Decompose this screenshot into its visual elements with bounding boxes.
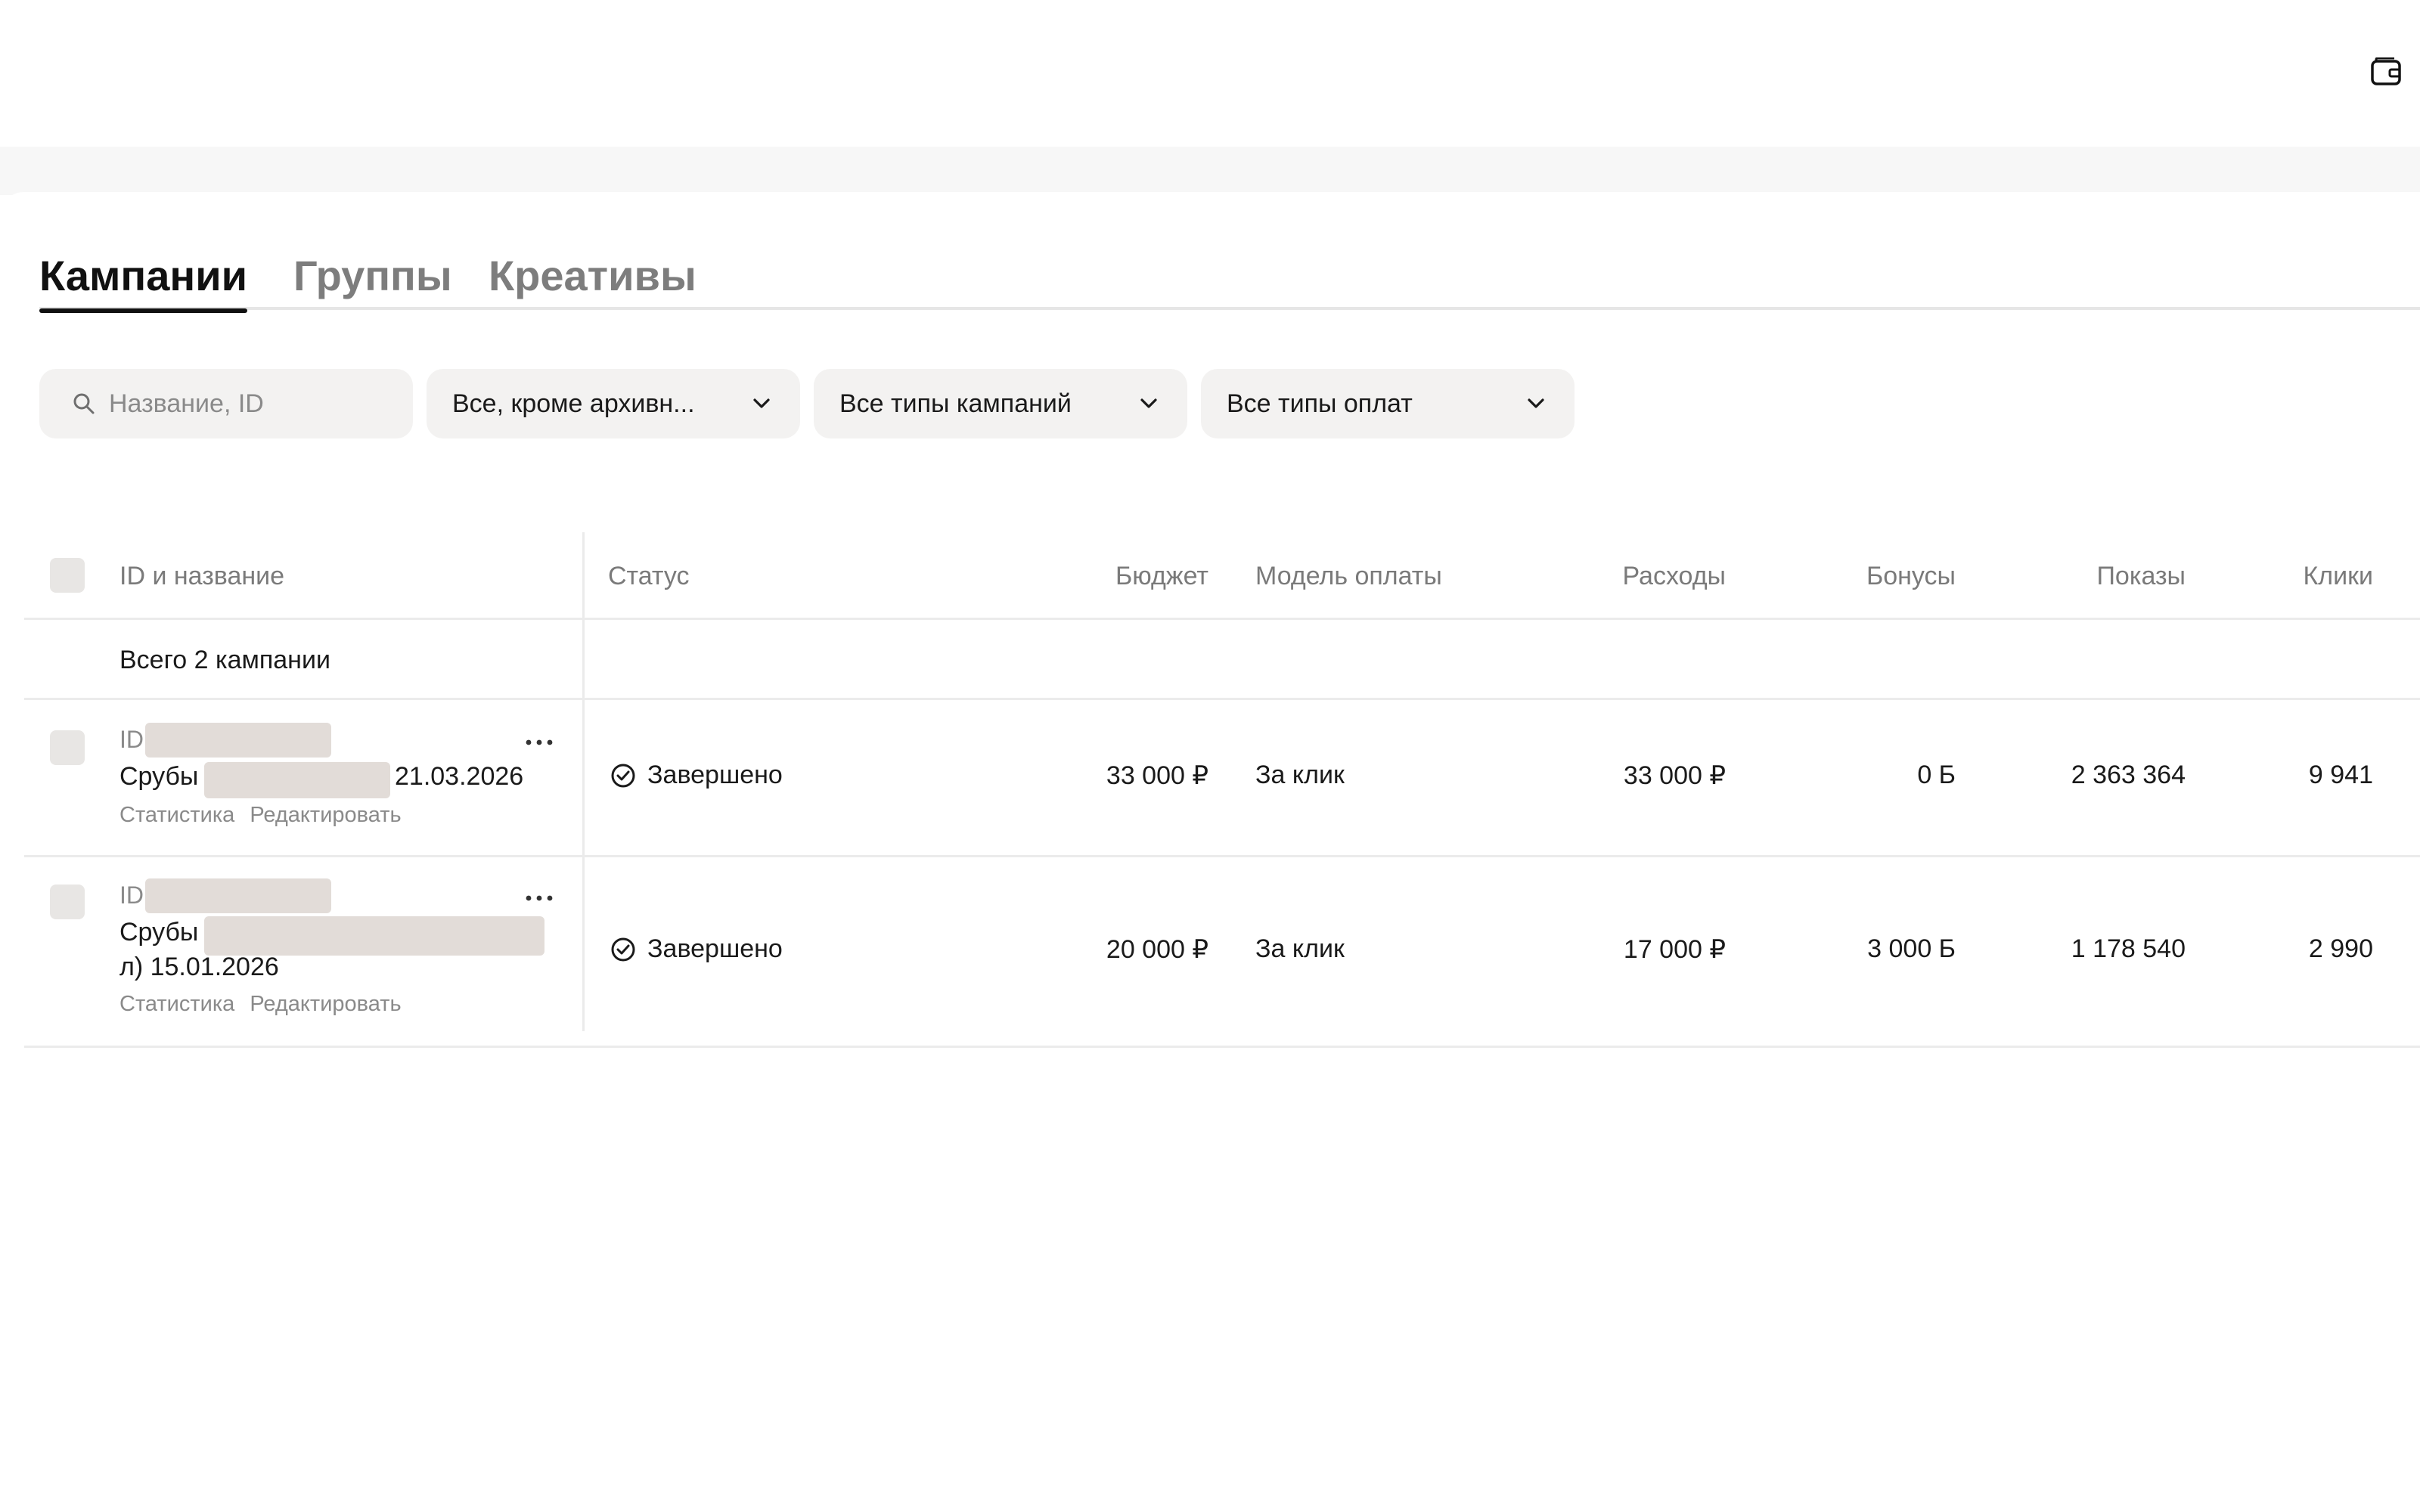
wallet-icon[interactable] (2370, 57, 2402, 86)
search-input[interactable]: Название, ID (39, 369, 413, 438)
impressions-cell: 1 178 540 (2071, 934, 2186, 963)
tab-bar: Кампании Группы Креативы (39, 242, 2420, 313)
budget-cell: 20 000 ₽ (1106, 935, 1208, 964)
statistics-link[interactable]: Статистика (119, 803, 234, 827)
edit-link[interactable]: Редактировать (250, 992, 401, 1016)
payment-model-cell: За клик (1255, 934, 1345, 963)
redacted-name (204, 762, 390, 798)
clicks-cell: 9 941 (2308, 761, 2373, 789)
redacted-id (145, 723, 331, 758)
payment-model-cell: За клик (1255, 761, 1345, 789)
table-row[interactable]: ID Срубы 21.03.2026 Статистика Редактиров… (24, 700, 2420, 857)
more-options-icon[interactable] (522, 891, 557, 906)
redacted-name (204, 916, 544, 956)
campaign-name-line2[interactable]: л) 15.01.2026 (119, 953, 279, 982)
chevron-down-icon (1528, 398, 1544, 408)
column-header-payment-model[interactable]: Модель оплаты (1255, 532, 1442, 620)
expenses-cell: 17 000 ₽ (1623, 935, 1726, 964)
chevron-down-icon (753, 398, 770, 408)
payment-type-filter-dropdown[interactable]: Все типы оплат (1201, 369, 1575, 438)
bonuses-cell: 0 Б (1917, 761, 1956, 789)
search-placeholder: Название, ID (109, 389, 264, 418)
row-checkbox[interactable] (50, 730, 85, 765)
column-header-bonuses[interactable]: Бонусы (1764, 532, 1956, 620)
row-links: Статистика Редактировать (119, 803, 417, 828)
page-backdrop (0, 147, 2420, 195)
status-filter-value: Все, кроме архивн... (452, 389, 695, 418)
campaign-type-filter-dropdown[interactable]: Все типы кампаний (814, 369, 1187, 438)
campaign-id-label: ID (119, 726, 144, 753)
redacted-id (145, 878, 331, 913)
campaign-type-filter-value: Все типы кампаний (839, 389, 1072, 418)
column-header-clicks[interactable]: Клики (2217, 532, 2373, 620)
chevron-down-icon (1140, 398, 1157, 408)
row-links: Статистика Редактировать (119, 992, 417, 1017)
table-header: ID и название Статус Бюджет Модель оплат… (24, 532, 2420, 620)
budget-cell: 33 000 ₽ (1106, 761, 1208, 790)
table-row[interactable]: ID Срубы л) 15.01.2026 Статистика Редакти… (24, 857, 2420, 1048)
status-text: Завершено (647, 934, 783, 963)
payment-type-filter-value: Все типы оплат (1227, 389, 1413, 418)
campaigns-panel: Кампании Группы Креативы Название, ID Вс… (0, 192, 2420, 1512)
status-filter-dropdown[interactable]: Все, кроме архивн... (427, 369, 800, 438)
column-header-status[interactable]: Статус (608, 532, 689, 620)
status-cell: Завершено (610, 761, 783, 790)
top-bar (0, 0, 2420, 147)
tab-groups[interactable]: Группы (293, 242, 452, 310)
column-header-impressions[interactable]: Показы (1990, 532, 2186, 620)
status-text: Завершено (647, 761, 783, 789)
campaign-name-start[interactable]: Срубы (119, 762, 198, 792)
bonuses-cell: 3 000 Б (1867, 934, 1956, 963)
select-all-checkbox[interactable] (50, 558, 85, 593)
total-row: Всего 2 кампании (24, 620, 2420, 700)
more-options-icon[interactable] (522, 735, 557, 750)
column-header-id-name[interactable]: ID и название (119, 532, 284, 620)
column-header-budget[interactable]: Бюджет (932, 532, 1208, 620)
expenses-cell: 33 000 ₽ (1623, 761, 1726, 790)
row-checkbox[interactable] (50, 885, 85, 919)
impressions-cell: 2 363 364 (2071, 761, 2186, 789)
campaign-id-label: ID (119, 881, 144, 909)
status-cell: Завершено (610, 934, 783, 964)
tab-creatives[interactable]: Креативы (489, 242, 697, 310)
tab-campaigns[interactable]: Кампании (39, 242, 248, 313)
clicks-cell: 2 990 (2308, 934, 2373, 963)
statistics-link[interactable]: Статистика (119, 992, 234, 1016)
campaign-name-start[interactable]: Срубы (119, 918, 198, 947)
campaign-name-end[interactable]: 21.03.2026 (395, 762, 523, 792)
check-circle-icon (611, 937, 635, 961)
total-campaigns-label: Всего 2 кампании (119, 646, 330, 674)
check-circle-icon (611, 764, 635, 787)
search-icon (73, 393, 95, 414)
edit-link[interactable]: Редактировать (250, 803, 401, 827)
column-header-expenses[interactable]: Расходы (1461, 532, 1726, 620)
